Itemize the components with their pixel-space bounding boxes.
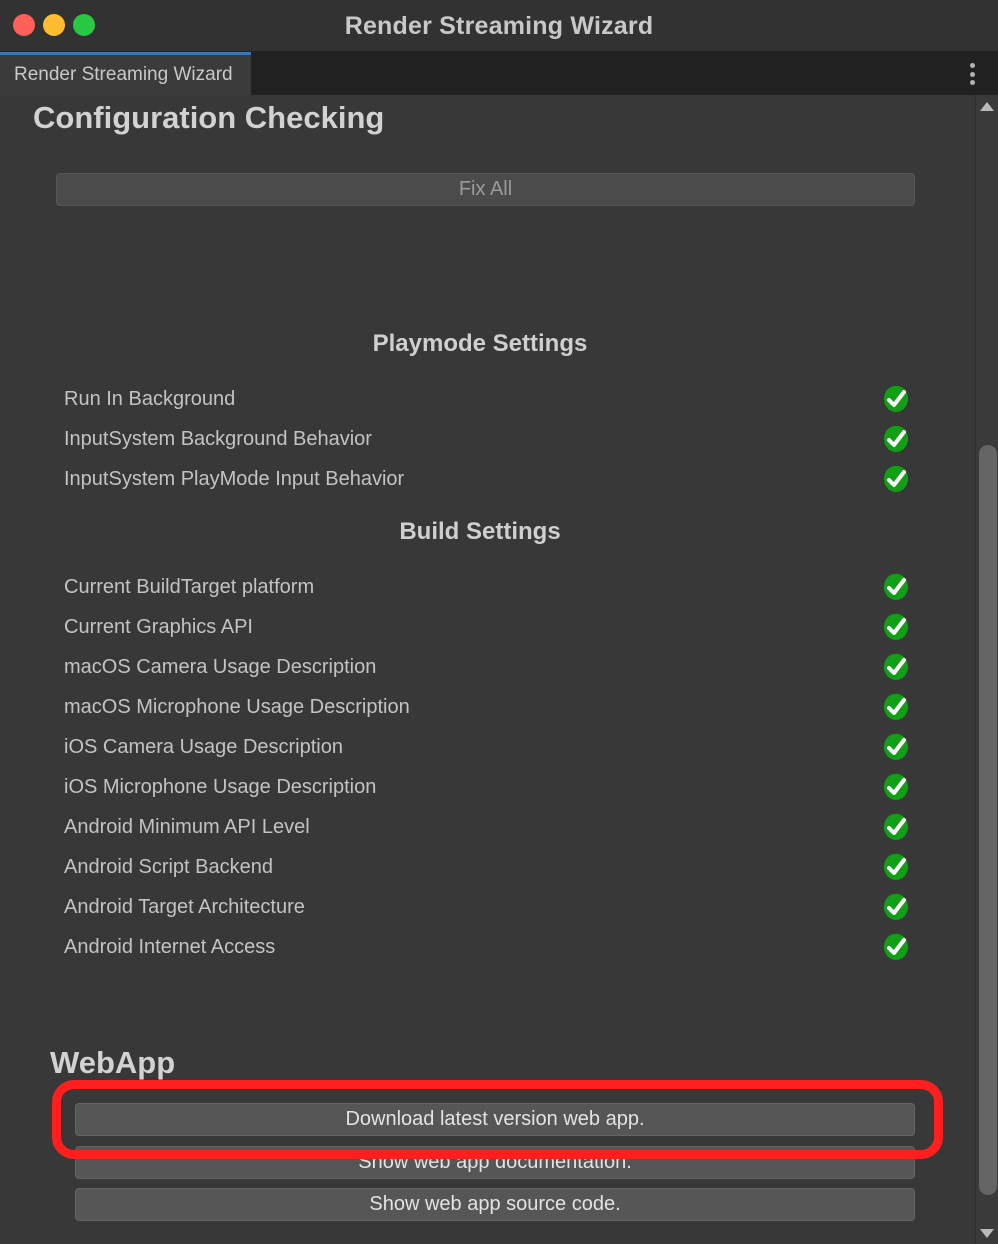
download-latest-web-app-label: Download latest version web app.: [345, 1108, 645, 1130]
check-row-macos-camera-usage-description: macOS Camera Usage Description: [64, 651, 909, 683]
minimize-window-button[interactable]: [43, 14, 65, 36]
check-row-current-graphics-api: Current Graphics API: [64, 611, 909, 643]
check-row-current-buildtarget-platform: Current BuildTarget platform: [64, 571, 909, 603]
show-web-app-source-code-button[interactable]: Show web app source code.: [75, 1188, 915, 1221]
check-row-android-minimum-api-level: Android Minimum API Level: [64, 811, 909, 843]
check-row-label: macOS Microphone Usage Description: [64, 695, 410, 718]
section-heading-build: Build Settings: [399, 518, 561, 545]
vertical-scrollbar[interactable]: [975, 95, 998, 1244]
green-check-icon: [883, 813, 909, 841]
check-row-label: Run In Background: [64, 387, 236, 410]
green-check-icon: [883, 733, 909, 761]
check-row-label: InputSystem Background Behavior: [64, 427, 372, 450]
green-check-icon: [883, 465, 909, 493]
green-check-icon: [883, 773, 909, 801]
check-row-label: InputSystem PlayMode Input Behavior: [64, 467, 405, 490]
check-row-label: iOS Microphone Usage Description: [64, 775, 377, 798]
green-check-icon: [883, 385, 909, 413]
wizard-content-panel: Configuration Checking Fix All Playmode …: [0, 95, 998, 1244]
kebab-dot: [969, 63, 975, 68]
green-check-icon: [883, 853, 909, 881]
check-row-android-internet-access: Android Internet Access: [64, 931, 909, 963]
show-web-app-source-code-label: Show web app source code.: [369, 1193, 621, 1215]
page-title: Configuration Checking: [33, 100, 385, 135]
maximize-window-button[interactable]: [73, 14, 95, 36]
check-row-label: Android Minimum API Level: [64, 815, 310, 838]
check-row-label: Current Graphics API: [64, 615, 253, 638]
window-titlebar: Render Streaming Wizard: [0, 0, 998, 52]
kebab-dot: [969, 80, 975, 85]
scrollbar-thumb[interactable]: [979, 445, 997, 1195]
check-row-inputsystem-playmode-input-behavior: InputSystem PlayMode Input Behavior: [64, 463, 909, 495]
window-title: Render Streaming Wizard: [344, 12, 654, 40]
check-row-label: Android Internet Access: [64, 935, 276, 958]
check-row-label: Android Target Architecture: [64, 895, 305, 918]
traffic-light-group: [13, 14, 95, 36]
show-web-app-documentation-button[interactable]: Show web app documentation.: [75, 1146, 915, 1179]
check-row-android-script-backend: Android Script Backend: [64, 851, 909, 883]
section-heading-playmode: Playmode Settings: [372, 330, 588, 357]
tab-render-streaming-wizard[interactable]: Render Streaming Wizard: [0, 52, 251, 95]
check-row-android-target-architecture: Android Target Architecture: [64, 891, 909, 923]
render-streaming-wizard-window: Render Streaming Wizard Render Streaming…: [0, 0, 998, 1244]
download-latest-web-app-button[interactable]: Download latest version web app.: [75, 1103, 915, 1136]
check-row-ios-microphone-usage-description: iOS Microphone Usage Description: [64, 771, 909, 803]
scroll-down-icon[interactable]: [976, 1224, 998, 1242]
check-row-label: Android Script Backend: [64, 855, 274, 878]
green-check-icon: [883, 693, 909, 721]
check-row-run-in-background: Run In Background: [64, 383, 909, 415]
green-check-icon: [883, 573, 909, 601]
tab-strip: Render Streaming Wizard: [0, 52, 998, 95]
scroll-up-icon[interactable]: [976, 97, 998, 115]
close-window-button[interactable]: [13, 14, 35, 36]
check-row-macos-microphone-usage-description: macOS Microphone Usage Description: [64, 691, 909, 723]
check-row-label: iOS Camera Usage Description: [64, 735, 343, 758]
wizard-content-inner: Configuration Checking Fix All Playmode …: [0, 95, 960, 1244]
fix-all-label: Fix All: [458, 178, 513, 200]
green-check-icon: [883, 425, 909, 453]
section-heading-webapp: WebApp: [50, 1045, 176, 1080]
green-check-icon: [883, 893, 909, 921]
fix-all-button[interactable]: Fix All: [56, 173, 915, 206]
check-row-ios-camera-usage-description: iOS Camera Usage Description: [64, 731, 909, 763]
kebab-menu-icon[interactable]: [968, 63, 976, 85]
check-row-inputsystem-background-behavior: InputSystem Background Behavior: [64, 423, 909, 455]
kebab-dot: [969, 71, 975, 77]
check-row-label: Current BuildTarget platform: [64, 575, 315, 598]
green-check-icon: [883, 613, 909, 641]
tab-label: Render Streaming Wizard: [14, 64, 233, 85]
green-check-icon: [883, 653, 909, 681]
check-row-label: macOS Camera Usage Description: [64, 655, 377, 678]
show-web-app-documentation-label: Show web app documentation.: [358, 1151, 632, 1173]
green-check-icon: [883, 933, 909, 961]
